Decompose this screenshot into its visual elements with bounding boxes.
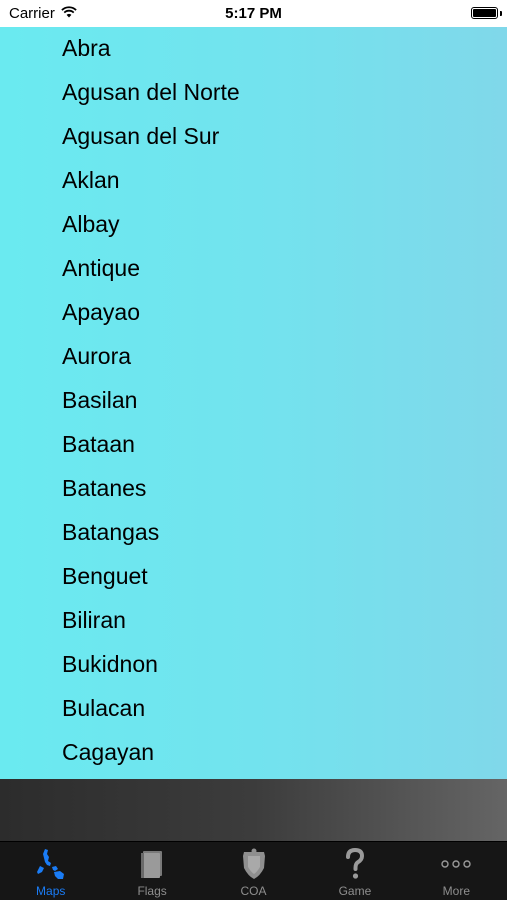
tab-game[interactable]: Game <box>304 842 405 900</box>
province-list-item[interactable]: Abra <box>0 27 507 71</box>
philippines-map-icon <box>35 848 67 880</box>
status-bar: Carrier 5:17 PM <box>0 0 507 27</box>
province-list-item[interactable]: Agusan del Norte <box>0 71 507 115</box>
app-screen: Carrier 5:17 PM Abra Agusan del Norte Agus… <box>0 0 507 900</box>
more-dots-icon <box>440 848 472 880</box>
province-list-item[interactable]: Bulacan <box>0 687 507 731</box>
tab-bar: Maps Flags COA Game More <box>0 841 507 900</box>
province-list-item[interactable]: Cagayan <box>0 731 507 775</box>
tab-game-label: Game <box>338 884 372 898</box>
province-list-item[interactable]: Aurora <box>0 335 507 379</box>
tab-more-label: More <box>442 884 470 898</box>
province-list-item[interactable]: Antique <box>0 247 507 291</box>
battery-tip <box>500 11 502 16</box>
province-list-item[interactable]: Batanes <box>0 467 507 511</box>
province-list-item[interactable]: Bukidnon <box>0 643 507 687</box>
province-list-item[interactable]: Bataan <box>0 423 507 467</box>
province-list-item[interactable]: Apayao <box>0 291 507 335</box>
tab-more[interactable]: More <box>406 842 507 900</box>
tab-flags-label: Flags <box>137 884 167 898</box>
footer-band <box>0 779 507 841</box>
tab-coa-label: COA <box>240 884 267 898</box>
tab-maps-label: Maps <box>36 884 66 898</box>
province-list-item[interactable]: Agusan del Sur <box>0 115 507 159</box>
province-list-view[interactable]: Abra Agusan del Norte Agusan del Sur Aklan A… <box>0 27 507 779</box>
province-list-item[interactable]: Basilan <box>0 379 507 423</box>
tab-maps[interactable]: Maps <box>0 842 101 900</box>
province-list-item[interactable]: Batangas <box>0 511 507 555</box>
province-list-item[interactable]: Aklan <box>0 159 507 203</box>
flag-book-icon <box>136 848 168 880</box>
province-list-item[interactable]: Albay <box>0 203 507 247</box>
province-list: Abra Agusan del Norte Agusan del Sur Aklan A… <box>0 27 507 775</box>
question-mark-icon <box>339 848 371 880</box>
battery-icon <box>471 7 498 19</box>
status-time: 5:17 PM <box>225 5 282 22</box>
tab-flags[interactable]: Flags <box>101 842 202 900</box>
coat-of-arms-icon <box>238 848 270 880</box>
tab-coa[interactable]: COA <box>203 842 304 900</box>
province-list-item[interactable]: Benguet <box>0 555 507 599</box>
province-list-item[interactable]: Biliran <box>0 599 507 643</box>
